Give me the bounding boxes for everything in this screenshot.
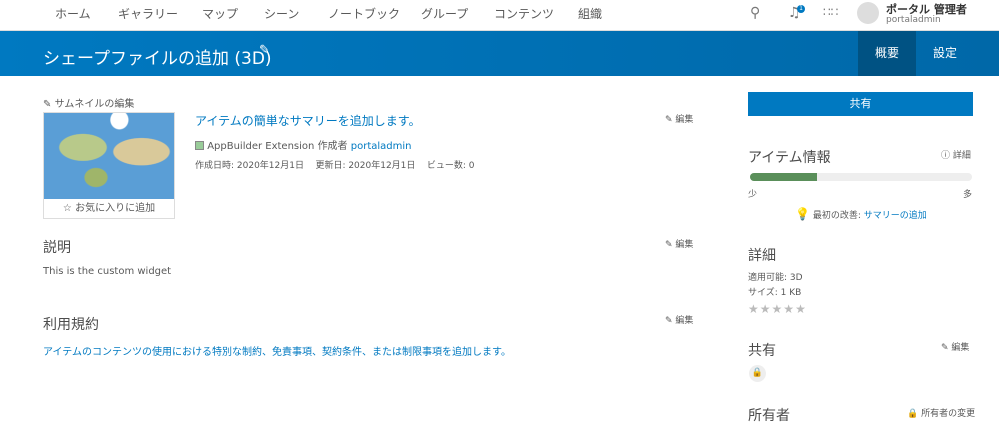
nav-gallery[interactable]: ギャラリー	[118, 5, 178, 22]
item-header: シェープファイルの追加 (3D) ✎ 概要 設定	[0, 31, 999, 76]
star-icon[interactable]: ★	[772, 302, 784, 316]
nav-groups[interactable]: グループ	[421, 5, 468, 22]
nav-scene[interactable]: シーン	[264, 5, 299, 22]
top-navigation: ホーム ギャラリー マップ シーン ノートブック グループ コンテンツ 組織 ⚲…	[0, 0, 999, 31]
nav-notebook[interactable]: ノートブック	[328, 5, 400, 22]
private-lock-icon: 🔒	[749, 365, 766, 382]
pencil-icon: ✎	[665, 240, 676, 250]
add-favorite-button[interactable]: ☆ お気に入りに追加	[44, 199, 174, 219]
app-type-icon	[195, 141, 204, 150]
progress-low-label: 少	[748, 190, 758, 200]
item-type-line: AppBuilder Extension 作成者 portaladmin	[195, 137, 412, 152]
terms-edit-button[interactable]: ✎ 編集	[665, 313, 693, 326]
change-owner-button[interactable]: 🔒 所有者の変更	[907, 406, 975, 419]
star-icon[interactable]: ★	[748, 302, 760, 316]
details-label: 詳細	[952, 151, 971, 161]
tip-label: 最初の改善:	[812, 211, 861, 221]
search-icon[interactable]: ⚲	[750, 5, 760, 21]
description-edit-button[interactable]: ✎ 編集	[665, 237, 693, 250]
item-type: AppBuilder Extension	[207, 141, 315, 152]
nav-home[interactable]: ホーム	[55, 5, 91, 22]
nav-content[interactable]: コンテンツ	[494, 5, 554, 22]
terms-edit-label: 編集	[675, 316, 694, 326]
user-id: portaladmin	[886, 15, 941, 25]
view-count: ビュー数: 0	[426, 161, 475, 171]
progress-high-label: 多	[963, 190, 973, 200]
summary-edit-button[interactable]: ✎ 編集	[665, 112, 693, 125]
sharing-edit-label: 編集	[951, 343, 970, 353]
updated-date: 更新日: 2020年12月1日	[315, 161, 416, 171]
pencil-icon: ✎	[941, 343, 952, 353]
tab-settings[interactable]: 設定	[916, 31, 974, 76]
notification-badge: 1	[797, 5, 805, 13]
item-meta: 作成日時: 2020年12月1日 更新日: 2020年12月1日 ビュー数: 0	[195, 158, 475, 171]
help-circle-icon: ⓘ	[941, 151, 953, 161]
sharing-edit-button[interactable]: ✎ 編集	[941, 340, 969, 353]
add-favorite-label: お気に入りに追加	[75, 203, 156, 214]
nav-map[interactable]: マップ	[202, 5, 238, 22]
owner-link[interactable]: portaladmin	[351, 141, 412, 152]
lightbulb-icon: 💡	[795, 207, 810, 221]
created-date: 作成日時: 2020年12月1日	[195, 161, 304, 171]
item-info-details-link[interactable]: ⓘ 詳細	[941, 148, 971, 161]
nav-organization[interactable]: 組織	[578, 5, 602, 22]
size-text: サイズ: 1 KB	[748, 288, 802, 298]
applicable-text: 適用可能: 3D	[748, 273, 803, 283]
sharing-heading: 共有	[748, 343, 776, 359]
lock-icon: 🔒	[907, 409, 922, 419]
share-button[interactable]: 共有	[748, 92, 973, 116]
apps-grid-icon[interactable]: ∷∷	[823, 5, 838, 19]
edit-thumbnail-label: サムネイルの編集	[54, 99, 135, 110]
item-info-heading: アイテム情報	[748, 150, 831, 166]
change-owner-label: 所有者の変更	[921, 409, 976, 419]
terms-add-link[interactable]: アイテムのコンテンツの使用における特別な制約、免責事項、契約条件、または制限事項…	[43, 343, 511, 358]
star-icon[interactable]: ★	[760, 302, 772, 316]
progress-fill	[750, 173, 817, 181]
add-summary-link[interactable]: サマリーの追加	[864, 211, 927, 221]
thumbnail: ☆ お気に入りに追加	[43, 112, 175, 219]
pencil-icon: ✎	[665, 316, 676, 326]
description-edit-label: 編集	[675, 240, 694, 250]
star-icon[interactable]: ★	[795, 302, 807, 316]
owner-heading: 所有者	[748, 408, 790, 424]
page-title: シェープファイルの追加 (3D)	[43, 49, 272, 69]
summary-link[interactable]: アイテムの簡単なサマリーを追加します。	[195, 112, 421, 129]
created-by-label: 作成者	[317, 141, 348, 152]
rating-stars[interactable]: ★★★★★	[748, 302, 807, 316]
summary-edit-label: 編集	[675, 115, 694, 125]
avatar[interactable]	[857, 2, 879, 24]
description-text: This is the custom widget	[43, 266, 172, 277]
improvement-tip: 💡 最初の改善: サマリーの追加	[795, 207, 927, 221]
description-heading: 説明	[43, 240, 71, 256]
thumbnail-map-image	[44, 113, 174, 199]
pencil-icon: ✎	[43, 99, 55, 110]
edit-title-pencil-icon[interactable]: ✎	[259, 43, 270, 58]
item-info-progress-bar	[750, 173, 972, 181]
tab-overview[interactable]: 概要	[858, 31, 916, 76]
details-heading: 詳細	[748, 248, 776, 264]
pencil-icon: ✎	[665, 115, 676, 125]
star-icon: ☆	[62, 203, 76, 214]
edit-thumbnail-link[interactable]: ✎ サムネイルの編集	[43, 95, 134, 110]
star-icon[interactable]: ★	[783, 302, 795, 316]
terms-heading: 利用規約	[43, 317, 99, 333]
